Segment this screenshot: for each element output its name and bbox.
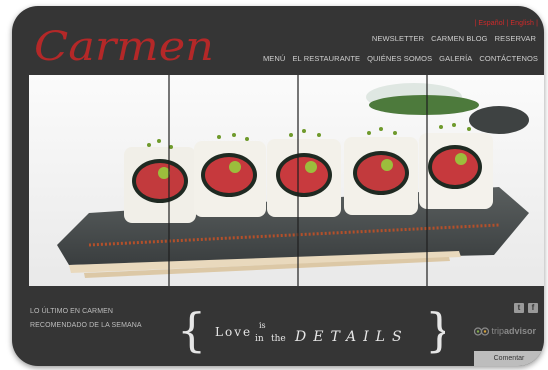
top-nav: NEWSLETTER CARMEN BLOG RESERVAR <box>372 34 536 43</box>
logo-text: Carmen <box>34 24 214 70</box>
hero-image <box>29 75 544 286</box>
lang-english[interactable]: English <box>510 20 534 27</box>
comentar-button[interactable]: Comentar <box>474 351 544 366</box>
tripadvisor-badge[interactable]: tripadvisor <box>474 326 536 336</box>
tagline-details: DETAILS <box>294 329 409 345</box>
sushi-piece <box>267 139 341 217</box>
tagline-love: Love <box>215 325 252 339</box>
twitter-icon[interactable]: t <box>514 303 524 313</box>
link-lo-ultimo[interactable]: LO ÚLTIMO EN CARMEN <box>30 305 142 319</box>
sushi-piece <box>124 147 196 223</box>
sushi-piece <box>419 133 493 209</box>
tripadvisor-text: tripadvisor <box>491 326 536 336</box>
social-icons: t f <box>514 303 538 313</box>
nav-quienes-somos[interactable]: QUIÉNES SOMOS <box>367 54 432 63</box>
nav-menu[interactable]: MENÚ <box>263 54 285 63</box>
facebook-icon[interactable]: f <box>528 303 538 313</box>
tagline-in: in <box>255 334 264 344</box>
carmen-logo[interactable]: Carmen <box>34 20 219 72</box>
nav-carmen-blog[interactable]: CARMEN BLOG <box>431 34 488 43</box>
sushi-photo <box>29 75 544 286</box>
lang-espanol[interactable]: Español <box>478 20 504 27</box>
nav-el-restaurante[interactable]: EL RESTAURANTE <box>292 54 360 63</box>
main-nav: MENÚ EL RESTAURANTE QUIÉNES SOMOS GALERÍ… <box>263 54 538 63</box>
language-selector: | Español | English | <box>474 20 538 27</box>
bottom-links: LO ÚLTIMO EN CARMEN RECOMENDADO DE LA SE… <box>30 305 142 333</box>
site-frame: Carmen | Español | English | NEWSLETTER … <box>12 6 544 366</box>
right-brace-icon: } <box>425 306 445 357</box>
nav-newsletter[interactable]: NEWSLETTER <box>372 34 424 43</box>
tagline-is: is <box>259 321 266 330</box>
link-recomendado[interactable]: RECOMENDADO DE LA SEMANA <box>30 319 142 333</box>
nav-reservar[interactable]: RESERVAR <box>495 34 536 43</box>
nav-galeria[interactable]: GALERÍA <box>439 54 472 63</box>
nav-contactenos[interactable]: CONTÁCTENOS <box>479 54 538 63</box>
sushi-piece <box>344 137 418 215</box>
tagline: { Love is in the DETAILS } <box>177 306 445 357</box>
left-brace-icon: { <box>177 306 206 357</box>
tripadvisor-owl-icon <box>474 326 490 336</box>
sushi-piece <box>194 141 266 217</box>
tagline-the: the <box>271 334 286 344</box>
